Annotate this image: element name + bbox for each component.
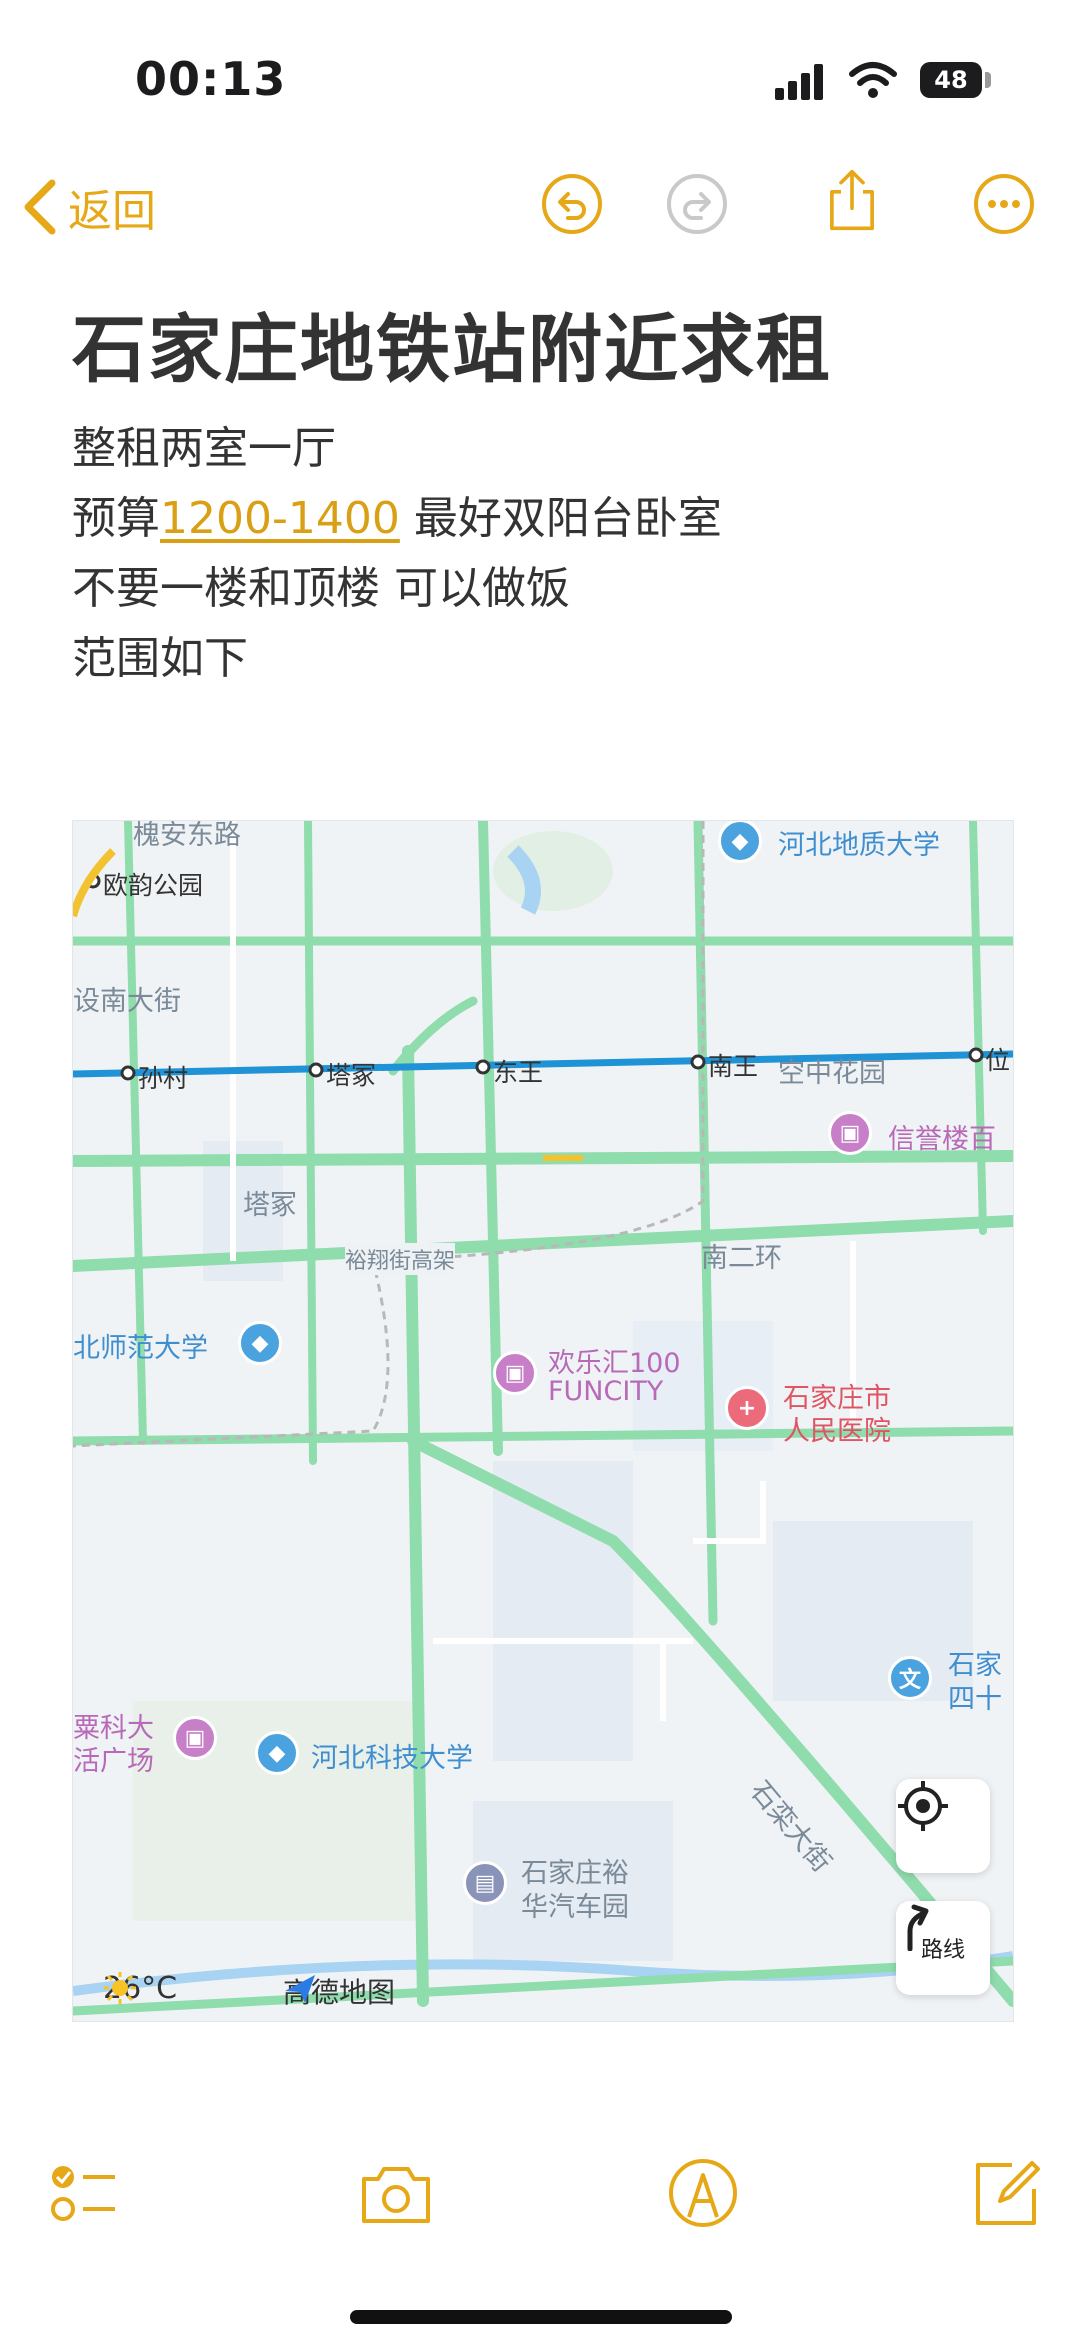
compose-icon[interactable] [968, 2155, 1044, 2231]
map-label-yuxiang-elevated: 裕翔街高架 [345, 1243, 456, 1275]
note-line-4[interactable]: 范围如下 [72, 622, 248, 686]
back-label: 返回 [68, 186, 156, 237]
map-label-hospital-2: 人民医院 [783, 1416, 891, 1447]
map-label-yuhua-bus-2: 华汽车园 [521, 1892, 629, 1923]
route-button[interactable]: 路线 [896, 1901, 990, 1995]
battery-indicator: 48 [920, 62, 982, 98]
map-label-sky-garden: 空中花园 [778, 1058, 886, 1089]
metro-station-wei: 位 [985, 1046, 1011, 1075]
map-label-tazhong-area: 塔冢 [243, 1190, 297, 1221]
redo-icon[interactable] [665, 172, 729, 236]
bus-station-icon: ▤ [463, 1861, 507, 1905]
metro-station-dongwang: 东王 [493, 1058, 544, 1087]
metro-station-tazhong: 塔冢 [326, 1061, 377, 1090]
status-time: 00:13 [135, 52, 287, 106]
budget-link[interactable]: 1200-1400 [160, 493, 400, 544]
back-button[interactable]: 返回 [20, 175, 156, 239]
map-label-jianshe-south: 设南大街 [73, 986, 181, 1017]
budget-label: 预算 [72, 493, 160, 544]
battery-cap [985, 72, 991, 88]
route-arrow-icon [907, 1904, 929, 1951]
map-label-suke-2: 活广场 [73, 1746, 154, 1777]
sun-icon [104, 1972, 136, 2004]
home-indicator[interactable] [350, 2310, 732, 2324]
shopping-bag-icon: ▣ [173, 1716, 217, 1760]
map-label-school-2: 四十 [948, 1684, 1002, 1715]
school-icon: ◆ [238, 1321, 282, 1365]
note-line-3[interactable]: 不要一楼和顶楼 可以做饭 [72, 552, 570, 616]
school-icon: ◆ [255, 1731, 299, 1775]
school-icon: ◆ [718, 821, 762, 863]
camera-icon[interactable] [358, 2155, 434, 2231]
undo-icon[interactable] [540, 172, 604, 236]
map-label-huanlehui: 欢乐汇100 [548, 1348, 681, 1379]
chevron-left-icon [24, 179, 56, 235]
map-label-hebei-normal: 北师范大学 [73, 1333, 208, 1364]
shopping-bag-icon: ▣ [828, 1111, 872, 1155]
note-line-1[interactable]: 整租两室一厅 [72, 412, 336, 476]
budget-suffix: 最好双阳台卧室 [413, 493, 722, 544]
map-attachment[interactable]: 槐安东路 欧韵公园 ◆ 河北地质大学 设南大街 孙村 塔冢 东王 南王 位 空中… [72, 820, 1014, 2022]
locate-button[interactable] [896, 1779, 990, 1873]
cellular-signal-icon [775, 64, 823, 100]
shopping-bag-icon: ▣ [493, 1351, 537, 1395]
amap-logo-icon [285, 1975, 315, 2003]
map-label-hebei-keji: 河北科技大学 [311, 1743, 473, 1774]
map-brand: 高德地图 [283, 1971, 395, 2011]
note-line-2[interactable]: 预算1200-1400 最好双阳台卧室 [72, 482, 722, 546]
map-label-hebei-geo-univ: 河北地质大学 [778, 830, 940, 861]
markup-pen-icon[interactable] [665, 2155, 741, 2231]
metro-station-nanwang: 南王 [708, 1052, 759, 1081]
hospital-icon: + [725, 1386, 769, 1430]
map-label-funcity: FUNCITY [548, 1376, 664, 1407]
map-weather: 26°C [103, 1971, 177, 2006]
metro-station-suncun: 孙村 [138, 1064, 189, 1093]
school-icon: 文 [888, 1656, 932, 1700]
note-title[interactable]: 石家庄地铁站附近求租 [72, 290, 832, 397]
map-label-xinyu-mall: 信誉楼百 [888, 1124, 996, 1155]
map-label-south-2nd-ring: 南二环 [701, 1243, 782, 1274]
share-icon[interactable] [820, 168, 884, 232]
map-label-ouyun-park: 欧韵公园 [103, 871, 204, 900]
wifi-icon [849, 62, 897, 98]
location-target-icon [898, 1781, 948, 1831]
map-label-huaian-road: 槐安东路 [133, 820, 241, 851]
checklist-icon[interactable] [45, 2155, 121, 2231]
more-options-icon[interactable] [972, 172, 1036, 236]
